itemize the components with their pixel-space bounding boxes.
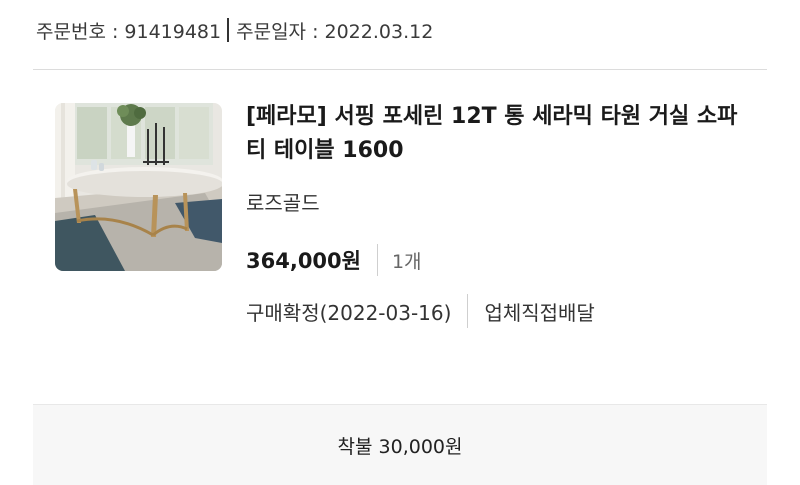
order-header: 주문번호 : 91419481 주문일자 : 2022.03.12 (36, 14, 433, 46)
status-row: 구매확정(2022-03-16) 업체직접배달 (246, 294, 746, 328)
section-divider (33, 69, 767, 70)
product-image[interactable] (55, 103, 222, 271)
product-option: 로즈골드 (246, 191, 320, 215)
order-status: 구매확정(2022-03-16) (246, 300, 452, 325)
order-number: 주문번호 : 91419481 (36, 20, 222, 43)
price-divider (376, 244, 378, 276)
order-detail-page: 주문번호 : 91419481 주문일자 : 2022.03.12 [페라모] … (0, 0, 800, 485)
product-title[interactable]: [페라모] 서핑 포세린 12T 통 세라믹 타원 거실 소파 티 테이블 16… (246, 100, 746, 168)
price-row: 364,000원 1개 (246, 244, 746, 276)
product-quantity: 1개 (391, 250, 422, 273)
shipping-fee: 착불 30,000원 (337, 436, 463, 458)
status-divider (467, 294, 469, 328)
delivery-method: 업체직접배달 (484, 300, 595, 325)
product-photo (55, 103, 222, 271)
header-divider (227, 18, 230, 42)
product-info: [페라모] 서핑 포세린 12T 통 세라믹 타원 거실 소파 티 테이블 16… (246, 100, 746, 328)
order-date: 주문일자 : 2022.03.12 (236, 20, 434, 43)
product-price: 364,000원 (246, 249, 361, 273)
shipping-fee-box: 착불 30,000원 (33, 404, 767, 485)
